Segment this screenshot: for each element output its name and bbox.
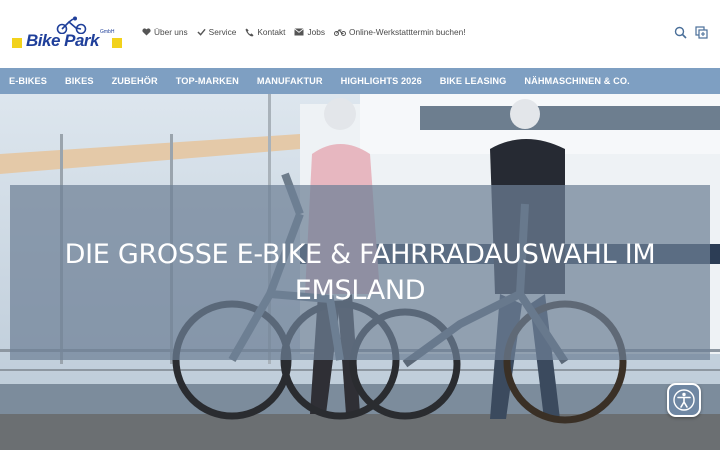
search-icon[interactable] (674, 26, 687, 39)
nav-item-top-marken[interactable]: TOP-MARKEN (176, 76, 239, 86)
heart-icon (142, 28, 151, 36)
mail-icon (294, 28, 305, 36)
nav-item-highlights[interactable]: HIGHLIGHTS 2026 (341, 76, 422, 86)
accessibility-button[interactable] (667, 383, 701, 417)
compare-icon[interactable] (695, 26, 708, 39)
nav-item-zubehoer[interactable]: ZUBEHÖR (112, 76, 158, 86)
hero-headline: DIE GROSSE E-BIKE & FAHRRADAUSWAHL IM EM… (64, 238, 656, 306)
hero-section: DIE GROSSE E-BIKE & FAHRRADAUSWAHL IM EM… (0, 94, 720, 450)
site-header: GmbH Bike Park Über uns Service Kontakt … (0, 0, 720, 68)
top-link-service[interactable]: Service (197, 27, 237, 37)
hero-banner: DIE GROSSE E-BIKE & FAHRRADAUSWAHL IM EM… (10, 185, 710, 360)
nav-item-manufaktur[interactable]: MANUFAKTUR (257, 76, 323, 86)
top-link-label: Online-Werkstatttermin buchen! (349, 27, 466, 37)
phone-icon (245, 27, 254, 37)
top-link-werkstatttermin[interactable]: Online-Werkstatttermin buchen! (334, 27, 466, 37)
accessibility-icon (673, 389, 695, 411)
main-navigation: E-BIKES BIKES ZUBEHÖR TOP-MARKEN MANUFAK… (0, 68, 720, 94)
logo-square-left (12, 38, 22, 48)
nav-item-e-bikes[interactable]: E-BIKES (9, 76, 47, 86)
logo-square-right (112, 38, 122, 48)
top-link-label: Service (208, 27, 237, 37)
top-link-label: Kontakt (257, 27, 286, 37)
nav-item-naehmaschinen[interactable]: NÄHMASCHINEN & CO. (524, 76, 629, 86)
top-link-ueber-uns[interactable]: Über uns (142, 27, 188, 37)
logo-wordmark: Bike Park (26, 31, 100, 50)
top-link-label: Über uns (154, 27, 188, 37)
logo-tagline: GmbH (100, 29, 115, 35)
nav-item-bikes[interactable]: BIKES (65, 76, 94, 86)
bicycle-icon (334, 29, 347, 36)
top-link-jobs[interactable]: Jobs (294, 27, 325, 37)
top-links: Über uns Service Kontakt Jobs Online-Wer… (142, 27, 466, 37)
top-link-kontakt[interactable]: Kontakt (245, 27, 285, 37)
check-icon (197, 28, 206, 36)
top-link-label: Jobs (307, 27, 326, 37)
nav-item-bike-leasing[interactable]: BIKE LEASING (440, 76, 507, 86)
logo[interactable]: GmbH Bike Park (12, 16, 124, 56)
